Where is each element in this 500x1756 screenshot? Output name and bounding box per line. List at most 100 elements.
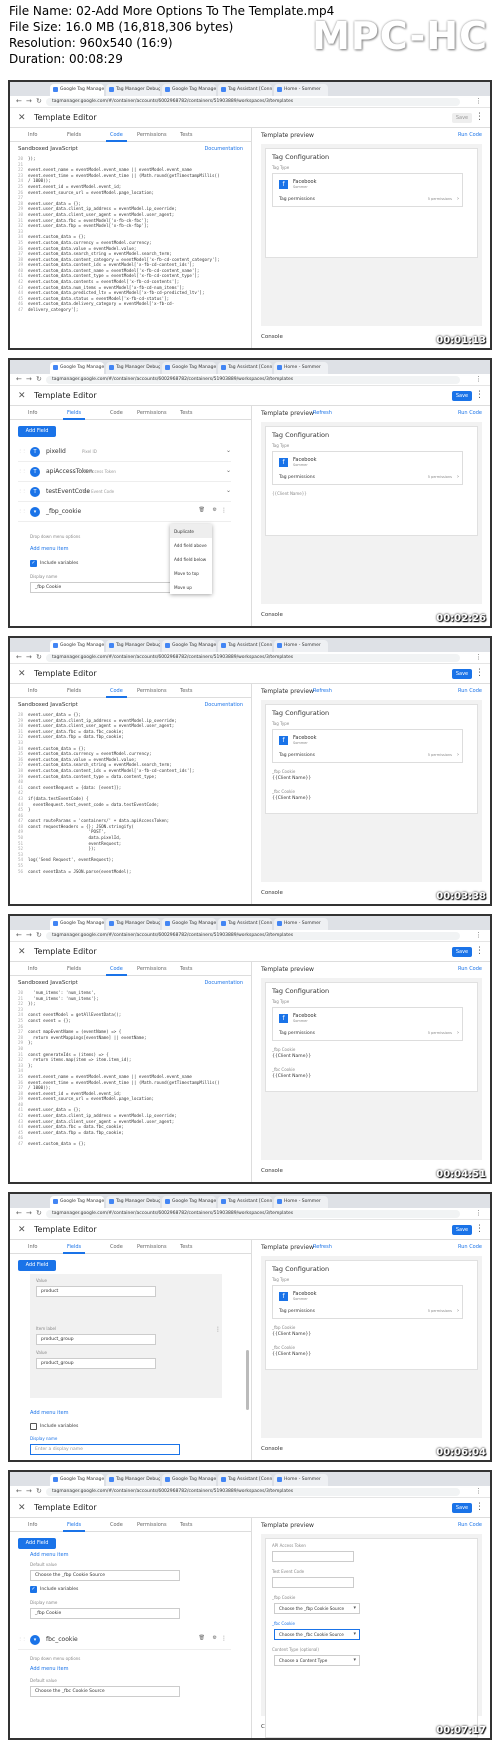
reload-icon[interactable]: ↻ — [36, 1209, 42, 1217]
menu-item[interactable]: Add field above — [170, 538, 212, 552]
url-field[interactable]: tagmanager.google.com/#/container/accoun… — [46, 376, 460, 384]
chevron-down-icon[interactable]: ⌄ — [226, 447, 231, 454]
menu-item[interactable]: Move to top — [170, 566, 212, 580]
editor-tab-code[interactable]: Code — [110, 1522, 123, 1528]
code-editor[interactable]: 20}); 21 22 event.event_name = eventModel… — [18, 156, 247, 348]
browser-tab[interactable]: Home - Sommer — [274, 1474, 328, 1486]
add-menu-item-link[interactable]: Add menu item — [30, 546, 68, 552]
back-icon[interactable]: ← — [16, 375, 22, 383]
browser-tab[interactable]: Home - Sommer — [274, 362, 328, 374]
save-button[interactable]: Save — [452, 391, 472, 401]
default-value-field[interactable]: Choose the _fbc Cookie Source — [30, 1686, 180, 1697]
more-options-icon[interactable]: ⋮ — [475, 946, 484, 956]
preview-field-value[interactable]: {{Client Name}} — [272, 1332, 311, 1337]
close-icon[interactable]: ✕ — [18, 113, 26, 123]
browser-tab[interactable]: Tag Manager Debug Mode — [106, 918, 160, 930]
editor-tab-permissions[interactable]: Permissions — [137, 688, 167, 694]
back-icon[interactable]: ← — [16, 931, 22, 939]
editor-tab-tests[interactable]: Tests — [180, 1522, 192, 1528]
display-name-field[interactable]: _fbp Cookie — [30, 582, 180, 593]
url-field[interactable]: tagmanager.google.com/#/container/accoun… — [46, 1210, 460, 1218]
reload-icon[interactable]: ↻ — [36, 931, 42, 939]
drag-handle-icon[interactable]: ⋮⋮ — [18, 508, 26, 513]
menu-item[interactable]: Move up — [170, 580, 212, 594]
url-field[interactable]: tagmanager.google.com/#/container/accoun… — [46, 654, 460, 662]
gear-icon[interactable]: ⚙ — [213, 1635, 217, 1641]
editor-tab-permissions[interactable]: Permissions — [137, 1244, 167, 1250]
browser-tab[interactable]: Home - Sommer — [274, 1196, 328, 1208]
chevron-right-icon[interactable]: › — [457, 1308, 459, 1314]
add-field-button[interactable]: Add Field — [18, 426, 56, 437]
run-code-button[interactable]: Run Code — [458, 966, 482, 972]
save-button[interactable]: Save — [452, 947, 472, 957]
preview-input[interactable] — [272, 1551, 354, 1562]
run-code-button[interactable]: Run Code — [458, 132, 482, 138]
reload-icon[interactable]: ↻ — [36, 97, 42, 105]
browser-menu-icon[interactable]: ⋮ — [475, 931, 482, 939]
back-icon[interactable]: ← — [16, 653, 22, 661]
documentation-link[interactable]: Documentation — [204, 702, 243, 708]
forward-icon[interactable]: → — [26, 1209, 32, 1217]
documentation-link[interactable]: Documentation — [204, 146, 243, 152]
back-icon[interactable]: ← — [16, 1487, 22, 1495]
more-options-icon[interactable]: ⋮ — [475, 668, 484, 678]
scrollbar[interactable] — [246, 1350, 249, 1410]
browser-tab[interactable]: Tag Manager Debug Mode — [106, 362, 160, 374]
menu-label-field[interactable]: product_group — [36, 1334, 156, 1345]
browser-tab[interactable]: Google Tag Manager — [162, 640, 216, 652]
preview-field-value[interactable]: {{Client Name}} — [272, 776, 311, 781]
browser-tab[interactable]: Google Tag Manager — [50, 1474, 104, 1486]
include-variables-checkbox[interactable]: ✓ — [30, 560, 37, 567]
browser-tab[interactable]: Google Tag Manager — [162, 918, 216, 930]
browser-menu-icon[interactable]: ⋮ — [475, 1487, 482, 1495]
more-options-icon[interactable]: ⋮ — [475, 1224, 484, 1234]
forward-icon[interactable]: → — [26, 931, 32, 939]
drag-handle-icon[interactable]: ⋮⋮ — [18, 1636, 26, 1641]
code-editor[interactable]: 28 event.user_data = {}; 29 event.user_dat… — [18, 712, 247, 904]
add-menu-item-link[interactable]: Add menu item — [30, 1666, 68, 1672]
editor-tab-permissions[interactable]: Permissions — [137, 1522, 167, 1528]
documentation-link[interactable]: Documentation — [204, 980, 243, 986]
editor-tab-fields[interactable]: Fields — [62, 1244, 86, 1254]
close-icon[interactable]: ✕ — [18, 1503, 26, 1513]
tag-type-card[interactable]: f Facebook Sommer Tag permissions 5 perm… — [272, 173, 463, 207]
tag-type-card[interactable]: f Facebook Sommer Tag permissions 5 perm… — [272, 729, 463, 763]
editor-tab-fields[interactable]: Fields — [67, 132, 81, 138]
menu-item[interactable]: Add field below — [170, 552, 212, 566]
save-button[interactable]: Save — [452, 1225, 472, 1235]
editor-tab-tests[interactable]: Tests — [180, 1244, 192, 1250]
refresh-button[interactable]: Refresh — [313, 1244, 332, 1250]
browser-menu-icon[interactable]: ⋮ — [475, 1209, 482, 1217]
run-code-button[interactable]: Run Code — [458, 688, 482, 694]
preview-field-value[interactable]: {{Client Name}} — [272, 1352, 311, 1357]
editor-tab-code[interactable]: Code — [110, 1244, 123, 1250]
close-icon[interactable]: ✕ — [18, 669, 26, 679]
forward-icon[interactable]: → — [26, 1487, 32, 1495]
browser-tab[interactable]: Google Tag Manager — [50, 1196, 104, 1208]
more-options-icon[interactable]: ⋮ — [475, 1502, 484, 1512]
editor-tab-info[interactable]: Info — [28, 132, 37, 138]
fbc-cookie-select[interactable]: Choose the _fbc Cookie Source ▾ — [274, 1629, 360, 1640]
preview-field-value[interactable]: {{Client Name}} — [272, 796, 311, 801]
editor-tab-fields[interactable]: Fields — [62, 410, 86, 420]
browser-tab[interactable]: Home - Sommer — [274, 84, 328, 96]
url-field[interactable]: tagmanager.google.com/#/container/accoun… — [46, 932, 460, 940]
browser-tab[interactable]: Google Tag Manager — [162, 362, 216, 374]
refresh-button[interactable]: Refresh — [313, 410, 332, 416]
add-menu-item-link[interactable]: Add menu item — [30, 1552, 68, 1558]
close-icon[interactable]: ✕ — [18, 391, 26, 401]
preview-field-value[interactable]: {{Client Name}} — [272, 1074, 311, 1079]
browser-tab[interactable]: Google Tag Manager — [50, 640, 104, 652]
editor-tab-fields[interactable]: Fields — [62, 1522, 86, 1532]
tag-type-card[interactable]: f Facebook Sommer Tag permissions 5 perm… — [272, 451, 463, 485]
browser-tab[interactable]: Google Tag Manager — [50, 84, 104, 96]
editor-tab-tests[interactable]: Tests — [180, 132, 192, 138]
delete-icon[interactable]: 🗑 — [199, 507, 205, 513]
url-field[interactable]: tagmanager.google.com/#/container/accoun… — [46, 1488, 460, 1496]
field-row[interactable]: ⋮⋮ ▾ fbc_cookie 🗑 ⚙ ⋮ — [18, 1630, 231, 1650]
chevron-right-icon[interactable]: › — [457, 196, 459, 202]
url-field[interactable]: tagmanager.google.com/#/container/accoun… — [46, 98, 460, 106]
browser-tab[interactable]: Tag Assistant [Connected] — [218, 640, 272, 652]
browser-tab[interactable]: Google Tag Manager — [50, 362, 104, 374]
field-row[interactable]: ⋮⋮ T testEventCode Test Event Code ⌄ — [18, 482, 231, 502]
